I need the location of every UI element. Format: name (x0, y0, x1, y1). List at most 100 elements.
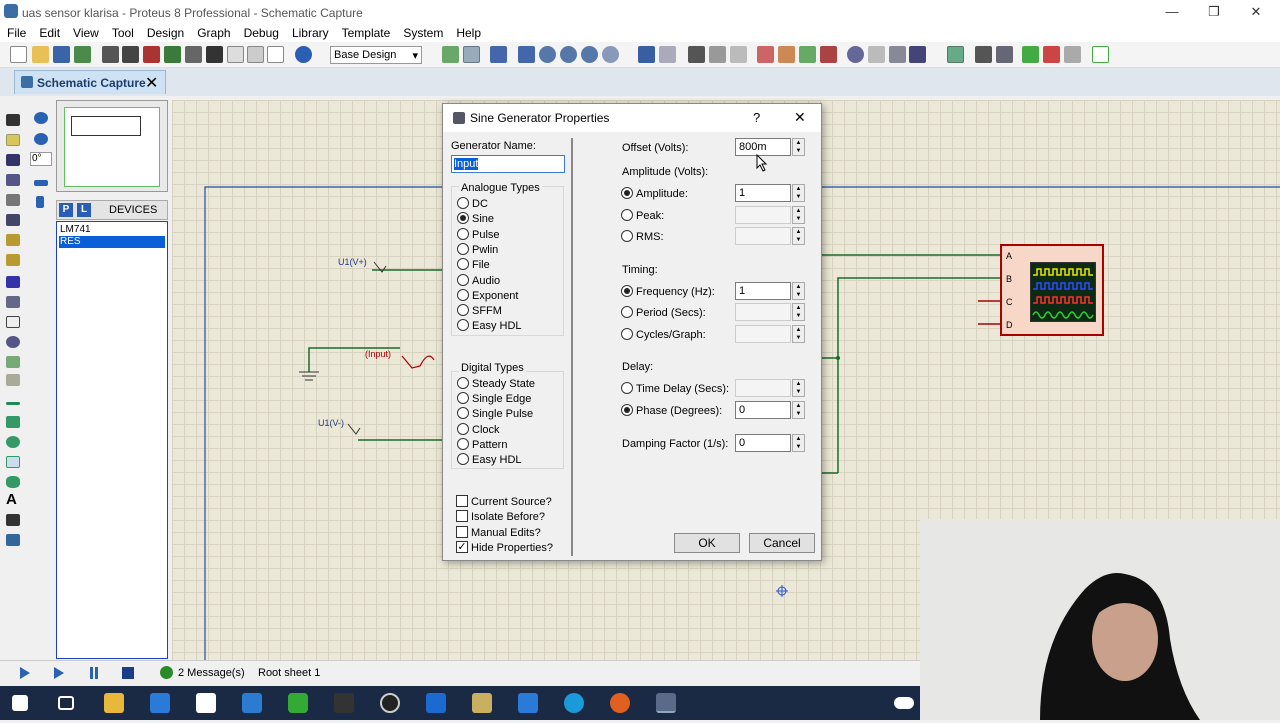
graph-icon[interactable] (6, 296, 20, 308)
cycles-input[interactable] (735, 325, 791, 343)
refresh-icon[interactable] (442, 46, 459, 63)
amplitude-input[interactable]: 1 (735, 184, 791, 202)
menu-graph[interactable]: Graph (190, 24, 236, 40)
block-move-icon[interactable] (778, 46, 795, 63)
menu-help[interactable]: Help (449, 24, 487, 40)
block-rotate-icon[interactable] (799, 46, 816, 63)
terminals-icon[interactable] (6, 254, 20, 266)
box-icon[interactable] (6, 416, 20, 428)
net-label-u1-vminus[interactable]: U1(V-) (318, 418, 344, 428)
archive-icon[interactable] (472, 693, 492, 713)
damping-spinner[interactable]: ▲ ▼ (792, 434, 805, 452)
block-copy-icon[interactable] (757, 46, 774, 63)
close-tab-icon[interactable]: ✕ (145, 73, 158, 93)
remove-sheet-icon[interactable] (1043, 46, 1060, 63)
junction-icon[interactable] (6, 154, 20, 166)
rotate-cw-icon[interactable] (34, 112, 48, 124)
menu-file[interactable]: File (0, 24, 32, 40)
close-window-button[interactable]: ✕ (1236, 2, 1276, 22)
zoom-area-icon[interactable] (602, 46, 619, 63)
analogue-radio-exponent[interactable] (457, 288, 469, 301)
redo-icon[interactable] (659, 46, 676, 63)
offset-spinner[interactable]: ▲ ▼ (792, 138, 805, 156)
file-explorer-icon[interactable] (104, 693, 124, 713)
period-input[interactable] (735, 303, 791, 321)
pan-icon[interactable] (518, 46, 535, 63)
help-icon[interactable] (295, 46, 312, 63)
script-icon[interactable] (247, 46, 264, 63)
generator-icon[interactable] (6, 336, 20, 348)
vscode-icon[interactable] (242, 693, 262, 713)
tape-recorder-icon[interactable] (6, 316, 20, 328)
line-icon[interactable] (6, 402, 20, 405)
rms-spinner[interactable]: ▲ ▼ (792, 227, 805, 245)
analogue-radio-audio[interactable] (457, 273, 469, 286)
symbol-icon[interactable] (6, 514, 20, 526)
arc-icon[interactable] (6, 456, 20, 468)
zoom-all-icon[interactable] (581, 46, 598, 63)
wire-label-icon[interactable] (6, 174, 20, 186)
copy-icon[interactable] (709, 46, 726, 63)
analogue-radio-sffm[interactable] (457, 304, 469, 317)
ok-button[interactable]: OK (674, 533, 740, 553)
rms-radio[interactable] (621, 230, 633, 242)
new-file-icon[interactable] (10, 46, 27, 63)
overview-window[interactable] (56, 100, 168, 192)
minimize-button[interactable]: — (1152, 2, 1192, 22)
media-player-icon[interactable] (610, 693, 630, 713)
obs-icon[interactable] (380, 693, 400, 713)
checkbox-isolate-before[interactable] (456, 510, 468, 523)
menu-library[interactable]: Library (285, 24, 335, 40)
onedrive-icon[interactable] (894, 697, 914, 709)
exit-to-parent-icon[interactable] (1064, 46, 1081, 63)
new-sheet-icon[interactable] (1022, 46, 1039, 63)
menu-debug[interactable]: Debug (237, 24, 285, 40)
decompose-icon[interactable] (909, 46, 926, 63)
library-manager-button[interactable]: L (77, 203, 91, 217)
frequency-input[interactable]: 1 (735, 282, 791, 300)
voltage-probe-icon[interactable] (6, 356, 20, 368)
marker-icon[interactable] (6, 534, 20, 546)
property-assignment-icon[interactable] (996, 46, 1013, 63)
peak-radio[interactable] (621, 209, 633, 221)
digital-radio-steady-state[interactable] (457, 377, 469, 389)
zoom-in-icon[interactable] (539, 46, 556, 63)
time-delay-radio[interactable] (621, 382, 633, 394)
origin-icon[interactable] (490, 46, 507, 63)
document-icon[interactable] (518, 693, 538, 713)
rotate-ccw-icon[interactable] (34, 133, 48, 145)
rotation-angle-field[interactable]: 0° (30, 152, 52, 166)
net-label-u1-vplus[interactable]: U1(V+) (338, 257, 367, 267)
schematic-icon[interactable] (122, 46, 139, 63)
oscilloscope-component[interactable]: A B C D (1000, 244, 1104, 336)
text-icon[interactable]: A (6, 492, 20, 507)
search-icon[interactable] (975, 46, 992, 63)
time-delay-spinner[interactable]: ▲ ▼ (792, 379, 805, 397)
net-label-input[interactable]: (Input) (365, 349, 391, 359)
packaging-icon[interactable] (889, 46, 906, 63)
amplitude-spinner[interactable]: ▲ ▼ (792, 184, 805, 202)
pcb-icon[interactable] (143, 46, 160, 63)
notepad-icon[interactable] (196, 693, 216, 713)
menu-view[interactable]: View (66, 24, 105, 40)
make-device-icon[interactable] (868, 46, 885, 63)
start-icon[interactable] (12, 695, 28, 711)
damping-input[interactable]: 0 (735, 434, 791, 452)
device-item-res[interactable]: RES (59, 236, 165, 248)
cancel-button[interactable]: Cancel (749, 533, 815, 553)
menu-edit[interactable]: Edit (32, 24, 66, 40)
wire-autorouter-icon[interactable] (947, 46, 964, 63)
pick-device-icon[interactable] (847, 46, 864, 63)
edge-icon[interactable] (564, 693, 584, 713)
electrical-rule-check-icon[interactable] (1092, 46, 1109, 63)
period-radio[interactable] (621, 306, 633, 318)
3d-icon[interactable] (185, 46, 202, 63)
time-delay-input[interactable] (735, 379, 791, 397)
frequency-spinner[interactable]: ▲ ▼ (792, 282, 805, 300)
peak-input[interactable] (735, 206, 791, 224)
dialog-close-button[interactable]: ✕ (794, 109, 806, 126)
analogue-radio-pulse[interactable] (457, 227, 469, 240)
gerber-icon[interactable] (164, 46, 181, 63)
mail-icon[interactable] (150, 693, 170, 713)
digital-radio-pattern[interactable] (457, 437, 469, 450)
